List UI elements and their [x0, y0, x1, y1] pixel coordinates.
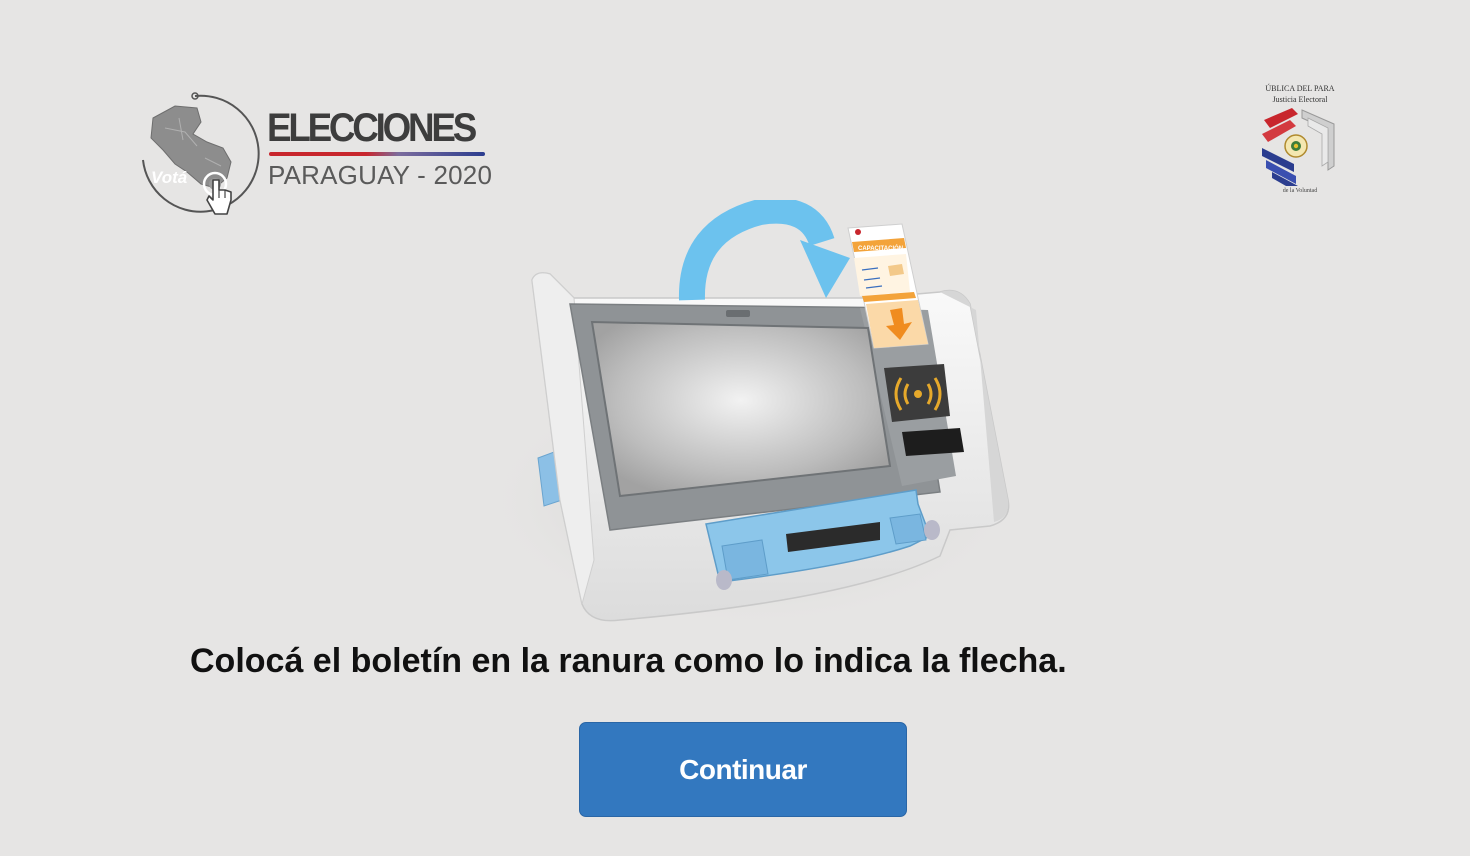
- brand-subtitle: PARAGUAY - 2020: [268, 160, 493, 190]
- continue-button[interactable]: Continuar: [579, 722, 907, 817]
- vota-label: Votá: [151, 168, 187, 187]
- curved-arrow-icon: [678, 200, 850, 301]
- brand-title: ELECCIONES: [267, 106, 477, 150]
- instruction-text: Colocá el boletín en la ranura como lo i…: [190, 642, 1067, 680]
- ballot-header: CAPACITACIÓN: [858, 244, 903, 252]
- flag-rule: [269, 152, 485, 156]
- touch-screen: [590, 320, 892, 498]
- seal-top-text: ÚBLICA DEL PARA: [1265, 84, 1335, 93]
- seal-sub-text: Justicia Electoral: [1272, 95, 1328, 104]
- seal-emblem-icon: [1262, 108, 1335, 186]
- elecciones-logo: Votá ELECCIONES PARAGUAY - 2020: [135, 88, 515, 223]
- justicia-electoral-seal: ÚBLICA DEL PARA Justicia Electoral de la…: [1250, 84, 1350, 200]
- camera: [726, 310, 750, 317]
- paraguay-map-icon: Votá: [142, 92, 260, 215]
- voting-machine-illustration: CAPACITACIÓN: [480, 200, 1020, 630]
- printer-slot: [902, 428, 964, 456]
- seal-bottom-text: de la Voluntad: [1282, 188, 1318, 194]
- page: Votá ELECCIONES PARAGUAY - 2020 ÚBLICA D…: [0, 0, 1470, 856]
